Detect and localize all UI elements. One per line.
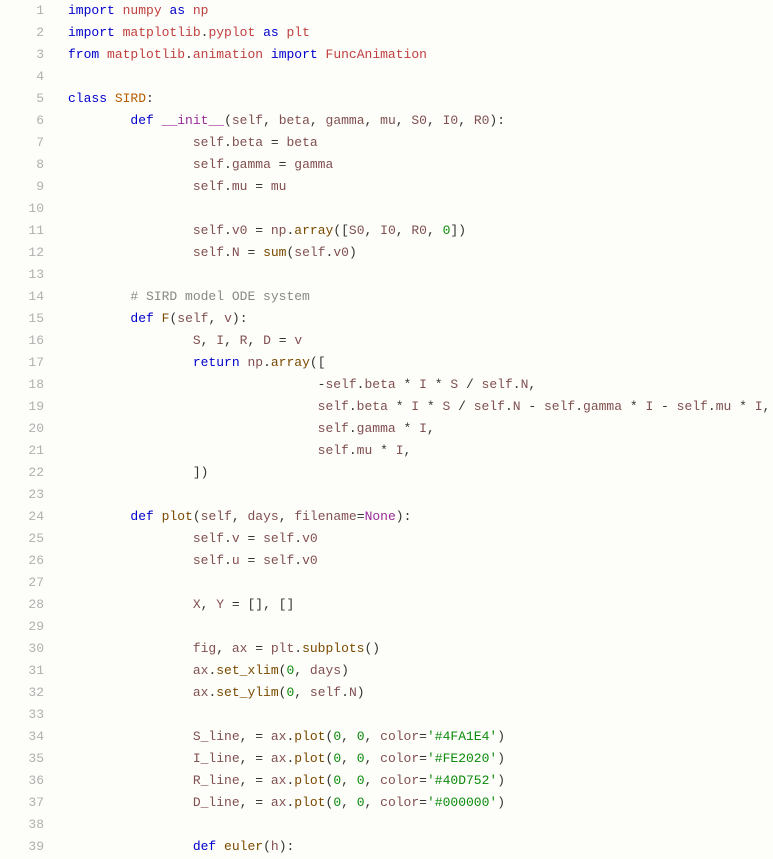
code-line[interactable]: from matplotlib.animation import FuncAni… xyxy=(68,44,773,66)
code-line[interactable]: I_line, = ax.plot(0, 0, color='#FE2020') xyxy=(68,748,773,770)
code-line[interactable] xyxy=(68,704,773,726)
line-number-gutter: 1234567891011121314151617181920212223242… xyxy=(0,0,60,859)
line-number: 3 xyxy=(0,44,44,66)
line-number: 13 xyxy=(0,264,44,286)
code-line[interactable] xyxy=(68,572,773,594)
code-line[interactable]: self.gamma = gamma xyxy=(68,154,773,176)
code-line[interactable] xyxy=(68,616,773,638)
code-line[interactable]: def plot(self, days, filename=None): xyxy=(68,506,773,528)
code-line[interactable]: self.beta = beta xyxy=(68,132,773,154)
code-line[interactable]: self.v = self.v0 xyxy=(68,528,773,550)
line-number: 15 xyxy=(0,308,44,330)
line-number: 1 xyxy=(0,0,44,22)
line-number: 5 xyxy=(0,88,44,110)
code-line[interactable]: S_line, = ax.plot(0, 0, color='#4FA1E4') xyxy=(68,726,773,748)
line-number: 31 xyxy=(0,660,44,682)
code-editor: 1234567891011121314151617181920212223242… xyxy=(0,0,773,859)
code-line[interactable]: ]) xyxy=(68,462,773,484)
code-line[interactable]: def euler(h): xyxy=(68,836,773,858)
code-line[interactable] xyxy=(68,264,773,286)
line-number: 23 xyxy=(0,484,44,506)
line-number: 4 xyxy=(0,66,44,88)
code-line[interactable]: D_line, = ax.plot(0, 0, color='#000000') xyxy=(68,792,773,814)
code-line[interactable] xyxy=(68,198,773,220)
line-number: 24 xyxy=(0,506,44,528)
code-line[interactable]: def __init__(self, beta, gamma, mu, S0, … xyxy=(68,110,773,132)
code-line[interactable]: self.mu = mu xyxy=(68,176,773,198)
code-line[interactable]: self.mu * I, xyxy=(68,440,773,462)
line-number: 32 xyxy=(0,682,44,704)
line-number: 17 xyxy=(0,352,44,374)
line-number: 20 xyxy=(0,418,44,440)
line-number: 10 xyxy=(0,198,44,220)
code-line[interactable]: import numpy as np xyxy=(68,0,773,22)
code-line[interactable]: fig, ax = plt.subplots() xyxy=(68,638,773,660)
code-line[interactable]: ax.set_xlim(0, days) xyxy=(68,660,773,682)
code-line[interactable]: # SIRD model ODE system xyxy=(68,286,773,308)
line-number: 22 xyxy=(0,462,44,484)
line-number: 2 xyxy=(0,22,44,44)
code-line[interactable] xyxy=(68,66,773,88)
code-line[interactable]: self.beta * I * S / self.N - self.gamma … xyxy=(68,396,773,418)
code-line[interactable]: return np.array([ xyxy=(68,352,773,374)
line-number: 6 xyxy=(0,110,44,132)
code-line[interactable]: X, Y = [], [] xyxy=(68,594,773,616)
code-line[interactable]: self.gamma * I, xyxy=(68,418,773,440)
code-line[interactable]: def F(self, v): xyxy=(68,308,773,330)
code-area[interactable]: import numpy as npimport matplotlib.pypl… xyxy=(60,0,773,859)
code-line[interactable] xyxy=(68,814,773,836)
code-line[interactable]: -self.beta * I * S / self.N, xyxy=(68,374,773,396)
code-line[interactable]: self.N = sum(self.v0) xyxy=(68,242,773,264)
line-number: 36 xyxy=(0,770,44,792)
code-line[interactable]: import matplotlib.pyplot as plt xyxy=(68,22,773,44)
line-number: 30 xyxy=(0,638,44,660)
line-number: 37 xyxy=(0,792,44,814)
line-number: 27 xyxy=(0,572,44,594)
code-line[interactable]: self.v0 = np.array([S0, I0, R0, 0]) xyxy=(68,220,773,242)
code-line[interactable] xyxy=(68,484,773,506)
line-number: 18 xyxy=(0,374,44,396)
code-line[interactable]: class SIRD: xyxy=(68,88,773,110)
line-number: 26 xyxy=(0,550,44,572)
line-number: 38 xyxy=(0,814,44,836)
line-number: 16 xyxy=(0,330,44,352)
line-number: 29 xyxy=(0,616,44,638)
line-number: 35 xyxy=(0,748,44,770)
line-number: 33 xyxy=(0,704,44,726)
code-line[interactable]: R_line, = ax.plot(0, 0, color='#40D752') xyxy=(68,770,773,792)
line-number: 8 xyxy=(0,154,44,176)
line-number: 28 xyxy=(0,594,44,616)
line-number: 34 xyxy=(0,726,44,748)
line-number: 21 xyxy=(0,440,44,462)
line-number: 9 xyxy=(0,176,44,198)
code-line[interactable]: ax.set_ylim(0, self.N) xyxy=(68,682,773,704)
line-number: 25 xyxy=(0,528,44,550)
line-number: 39 xyxy=(0,836,44,858)
line-number: 12 xyxy=(0,242,44,264)
code-line[interactable]: S, I, R, D = v xyxy=(68,330,773,352)
code-line[interactable]: self.u = self.v0 xyxy=(68,550,773,572)
line-number: 11 xyxy=(0,220,44,242)
line-number: 19 xyxy=(0,396,44,418)
line-number: 7 xyxy=(0,132,44,154)
line-number: 14 xyxy=(0,286,44,308)
